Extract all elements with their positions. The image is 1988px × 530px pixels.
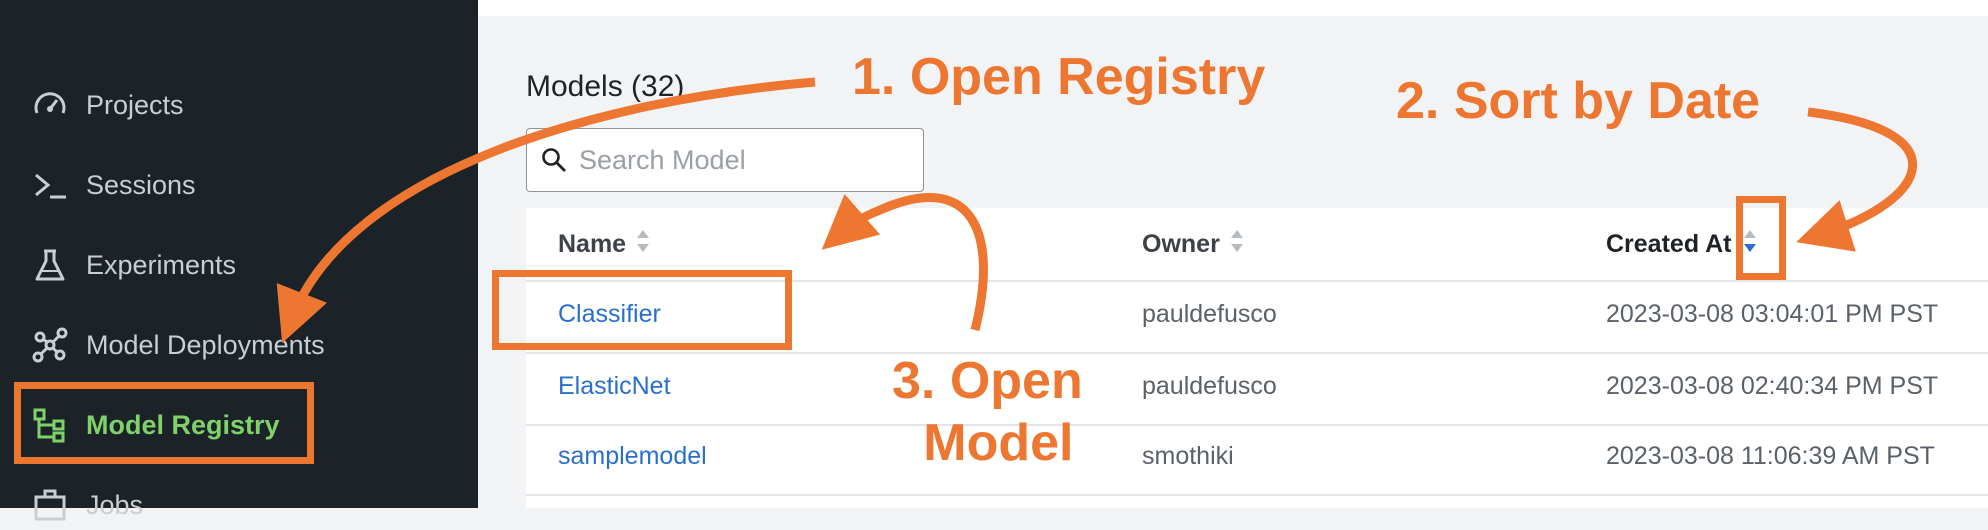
terminal-icon (30, 165, 70, 205)
network-icon (30, 325, 70, 365)
column-header-label: Name (558, 230, 627, 258)
sidebar-item-label: Projects (86, 89, 184, 120)
sidebar-item-label: Model Deployments (86, 329, 325, 360)
row-divider (526, 494, 1988, 496)
annotation-step-2: 2. Sort by Date (1396, 72, 1761, 130)
highlight-box-classifier (492, 270, 792, 350)
briefcase-icon (30, 485, 70, 525)
top-strip (478, 0, 1988, 16)
search-field[interactable] (526, 128, 924, 192)
sidebar-item-sessions[interactable]: Sessions (30, 160, 196, 210)
search-input[interactable] (577, 143, 911, 177)
column-header-label: Owner (1142, 230, 1220, 258)
model-owner: smothiki (1142, 442, 1234, 470)
model-name-link[interactable]: ElasticNet (558, 372, 671, 401)
sidebar-item-model-deployments[interactable]: Model Deployments (30, 320, 325, 370)
sidebar-item-label: Jobs (86, 489, 144, 520)
column-header-label: Created At (1606, 230, 1732, 258)
model-owner: pauldefusco (1142, 300, 1277, 328)
page-title: Models (32) (526, 70, 685, 103)
sidebar-item-experiments[interactable]: Experiments (30, 240, 236, 290)
search-icon (541, 147, 567, 173)
highlight-box-model-registry (14, 382, 314, 464)
annotation-step-3-line-1: 3. Open (892, 352, 1083, 410)
column-header-created-at[interactable]: Created At (1606, 228, 1758, 261)
model-owner: pauldefusco (1142, 372, 1277, 400)
highlight-box-sort (1736, 196, 1786, 280)
flask-icon (30, 245, 70, 285)
model-created-at: 2023-03-08 03:04:01 PM PST (1606, 300, 1939, 328)
model-name-link[interactable]: samplemodel (558, 442, 707, 471)
sort-icon[interactable] (636, 228, 650, 261)
sidebar-item-label: Experiments (86, 249, 237, 280)
column-header-name[interactable]: Name (558, 228, 650, 261)
row-divider (526, 424, 1988, 426)
gauge-icon (30, 85, 70, 125)
sort-icon[interactable] (1230, 228, 1244, 261)
row-divider (526, 352, 1988, 354)
annotation-step-3: 3. Open Model (892, 350, 1083, 475)
model-created-at: 2023-03-08 02:40:34 PM PST (1606, 372, 1939, 400)
model-created-at: 2023-03-08 11:06:39 AM PST (1606, 442, 1935, 470)
sidebar-item-jobs[interactable]: Jobs (30, 480, 143, 530)
annotation-step-3-line-2: Model (923, 414, 1074, 473)
sidebar-item-label: Sessions (86, 169, 196, 200)
column-header-owner[interactable]: Owner (1142, 228, 1244, 261)
annotation-step-1: 1. Open Registry (852, 48, 1266, 106)
sidebar-item-projects[interactable]: Projects (30, 80, 184, 130)
